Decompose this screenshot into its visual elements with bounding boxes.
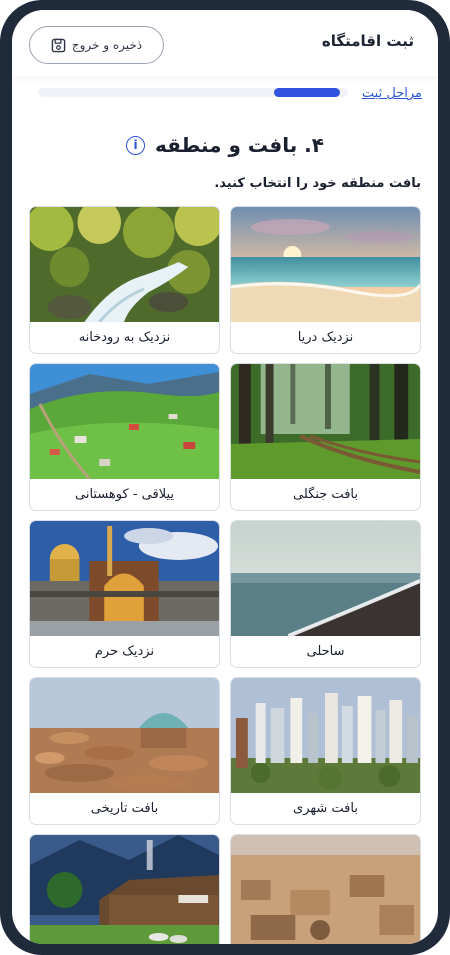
mountain-village-image xyxy=(30,364,219,479)
option-card-forest[interactable]: بافت جنگلی xyxy=(230,363,421,511)
save-button-label: ذخیره و خروج xyxy=(71,38,143,52)
option-label: بافت تاریخی xyxy=(90,801,159,816)
option-card-cottage[interactable] xyxy=(29,834,220,944)
option-card-desert[interactable] xyxy=(230,834,421,944)
option-card-near-river[interactable]: نزدیک به رودخانه xyxy=(29,206,220,354)
option-label: بافت شهری xyxy=(293,801,358,816)
option-label: نزدیک به رودخانه xyxy=(78,330,171,345)
floppy-disk-icon xyxy=(51,38,66,52)
option-label: نزدیک حرم xyxy=(94,644,155,659)
desert-village-image xyxy=(231,835,420,944)
option-label: ییلاقی - کوهستانی xyxy=(75,487,174,502)
option-card-coastal[interactable]: ساحلی xyxy=(230,520,421,668)
option-label: بافت جنگلی xyxy=(293,487,358,502)
forest-path-image xyxy=(231,364,420,479)
area-options-grid: نزدیک دریا نزدیک به رودخانه بافت جنگلی ی… xyxy=(29,206,421,944)
option-label: ساحلی xyxy=(306,644,345,659)
instruction-text: بافت منطقه خود را انتخاب کنید. xyxy=(214,176,421,191)
registration-steps-link[interactable]: مراحل ثبت xyxy=(362,86,422,101)
device-frame: ثبت اقامتگاه ذخیره و خروج مراحل ثبت ۴. ب… xyxy=(0,0,450,955)
option-card-near-sea[interactable]: نزدیک دریا xyxy=(230,206,421,354)
step-heading: ۴. بافت و منطقه i xyxy=(12,130,438,160)
historic-city-image xyxy=(30,678,219,793)
coastal-shore-image xyxy=(231,521,420,636)
option-card-mountain[interactable]: ییلاقی - کوهستانی xyxy=(29,363,220,511)
option-label: نزدیک دریا xyxy=(297,330,354,345)
page-title: ثبت اقامتگاه xyxy=(321,32,414,50)
shrine-image xyxy=(30,521,219,636)
option-card-near-shrine[interactable]: نزدیک حرم xyxy=(29,520,220,668)
river-forest-image xyxy=(30,207,219,322)
city-skyline-image xyxy=(231,678,420,793)
mountain-cottage-image xyxy=(30,835,219,944)
option-card-urban[interactable]: بافت شهری xyxy=(230,677,421,825)
progress-fill xyxy=(274,88,340,97)
save-and-exit-button[interactable]: ذخیره و خروج xyxy=(29,26,164,64)
app-screen: ثبت اقامتگاه ذخیره و خروج مراحل ثبت ۴. ب… xyxy=(12,10,438,944)
info-icon[interactable]: i xyxy=(126,135,146,155)
beach-sunset-image xyxy=(231,207,420,322)
progress-bar xyxy=(38,88,348,97)
step-title: ۴. بافت و منطقه xyxy=(155,133,324,157)
top-bar: ثبت اقامتگاه ذخیره و خروج xyxy=(12,10,438,76)
option-card-historic[interactable]: بافت تاریخی xyxy=(29,677,220,825)
